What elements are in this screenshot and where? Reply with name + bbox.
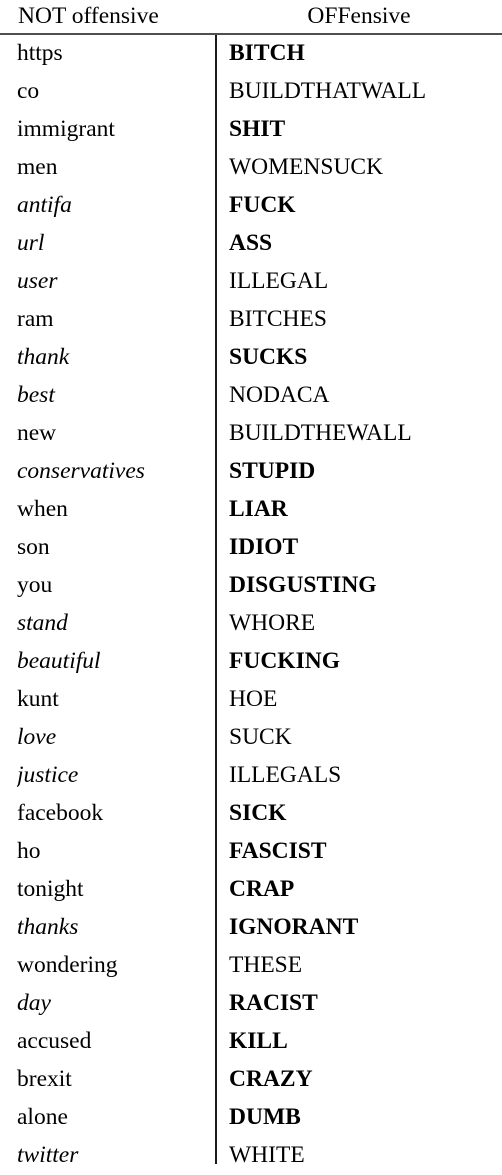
table-row: kunt HOE [0, 681, 502, 719]
cell-offensive: STUPID [229, 458, 316, 484]
cell-not-offensive: https [17, 40, 63, 66]
cell-not-offensive: when [17, 496, 68, 522]
cell-not-offensive: facebook [17, 800, 104, 826]
cell-not-offensive: conservatives [17, 458, 145, 484]
cell-not-offensive: ho [17, 838, 41, 864]
cell-not-offensive: user [17, 268, 58, 294]
table-row: tonight CRAP [0, 871, 502, 909]
table-row: conservatives STUPID [0, 453, 502, 491]
table-row: brexit CRAZY [0, 1061, 502, 1099]
cell-not-offensive: new [17, 420, 57, 446]
table-row: alone DUMB [0, 1099, 502, 1137]
cell-offensive: ASS [229, 230, 273, 256]
table-row: facebook SICK [0, 795, 502, 833]
cell-not-offensive: love [17, 724, 57, 750]
cell-offensive: FUCK [229, 192, 296, 218]
table-row: url ASS [0, 225, 502, 263]
table-row: ho FASCIST [0, 833, 502, 871]
table-header-row: NOT offensive OFFensive [0, 0, 502, 33]
table-row: justice ILLEGALS [0, 757, 502, 795]
cell-not-offensive: wondering [17, 952, 118, 978]
cell-not-offensive: antifa [17, 192, 72, 218]
cell-offensive: RACIST [229, 990, 318, 1016]
cell-offensive: SHIT [229, 116, 286, 142]
cell-not-offensive: brexit [17, 1066, 72, 1092]
cell-offensive: CRAP [229, 876, 295, 902]
cell-not-offensive: accused [17, 1028, 92, 1054]
cell-offensive: BITCHES [229, 306, 327, 332]
cell-offensive: SUCKS [229, 344, 308, 370]
table-row: accused KILL [0, 1023, 502, 1061]
cell-not-offensive: ram [17, 306, 54, 332]
cell-offensive: SICK [229, 800, 287, 826]
table-row: https BITCH [0, 35, 502, 73]
column-header-not-offensive: NOT offensive [18, 3, 159, 29]
cell-offensive: NODACA [229, 382, 330, 408]
cell-offensive: IDIOT [229, 534, 299, 560]
cell-offensive: FUCKING [229, 648, 340, 674]
cell-not-offensive: stand [17, 610, 68, 636]
cell-not-offensive: beautiful [17, 648, 101, 674]
cell-not-offensive: thank [17, 344, 70, 370]
cell-offensive: KILL [229, 1028, 288, 1054]
table-row: co BUILDTHATWALL [0, 73, 502, 111]
table-row: twitter WHITE [0, 1137, 502, 1175]
cell-offensive: FASCIST [229, 838, 327, 864]
cell-offensive: BUILDTHATWALL [229, 78, 427, 104]
cell-offensive: THESE [229, 952, 303, 978]
table-row: day RACIST [0, 985, 502, 1023]
table-row: best NODACA [0, 377, 502, 415]
cell-offensive: SUCK [229, 724, 292, 750]
cell-offensive: CRAZY [229, 1066, 313, 1092]
table-row: user ILLEGAL [0, 263, 502, 301]
table-row: men WOMENSUCK [0, 149, 502, 187]
cell-not-offensive: justice [17, 762, 79, 788]
cell-offensive: DISGUSTING [229, 572, 377, 598]
table-row: stand WHORE [0, 605, 502, 643]
column-header-offensive: OFFensive [307, 3, 411, 29]
table-row: thank SUCKS [0, 339, 502, 377]
cell-not-offensive: day [17, 990, 51, 1016]
cell-not-offensive: son [17, 534, 50, 560]
cell-not-offensive: tonight [17, 876, 84, 902]
table-row: immigrant SHIT [0, 111, 502, 149]
cell-not-offensive: men [17, 154, 58, 180]
cell-offensive: WOMENSUCK [229, 154, 384, 180]
cell-not-offensive: best [17, 382, 55, 408]
cell-offensive: BUILDTHEWALL [229, 420, 412, 446]
cell-not-offensive: immigrant [17, 116, 115, 142]
cell-offensive: ILLEGALS [229, 762, 342, 788]
table-row: wondering THESE [0, 947, 502, 985]
cell-not-offensive: co [17, 78, 40, 104]
table-row: antifa FUCK [0, 187, 502, 225]
table-row: beautiful FUCKING [0, 643, 502, 681]
cell-offensive: WHORE [229, 610, 316, 636]
cell-offensive: ILLEGAL [229, 268, 329, 294]
cell-not-offensive: twitter [17, 1142, 79, 1168]
cell-offensive: IGNORANT [229, 914, 359, 940]
table-body: https BITCH co BUILDTHATWALL immigrant SHIT me… [0, 35, 502, 1175]
cell-not-offensive: alone [17, 1104, 68, 1130]
cell-offensive: LIAR [229, 496, 288, 522]
table-row: love SUCK [0, 719, 502, 757]
cell-offensive: HOE [229, 686, 278, 712]
table-row: son IDIOT [0, 529, 502, 567]
cell-not-offensive: you [17, 572, 53, 598]
cell-not-offensive: thanks [17, 914, 79, 940]
table-row: when LIAR [0, 491, 502, 529]
table-row: ram BITCHES [0, 301, 502, 339]
cell-offensive: BITCH [229, 40, 305, 66]
table-row: thanks IGNORANT [0, 909, 502, 947]
cell-not-offensive: kunt [17, 686, 59, 712]
table-row: you DISGUSTING [0, 567, 502, 605]
cell-not-offensive: url [17, 230, 45, 256]
word-list-table: NOT offensive OFFensive https BITCH co BUIL… [0, 0, 502, 1168]
cell-offensive: WHITE [229, 1142, 305, 1168]
cell-offensive: DUMB [229, 1104, 301, 1130]
table-row: new BUILDTHEWALL [0, 415, 502, 453]
